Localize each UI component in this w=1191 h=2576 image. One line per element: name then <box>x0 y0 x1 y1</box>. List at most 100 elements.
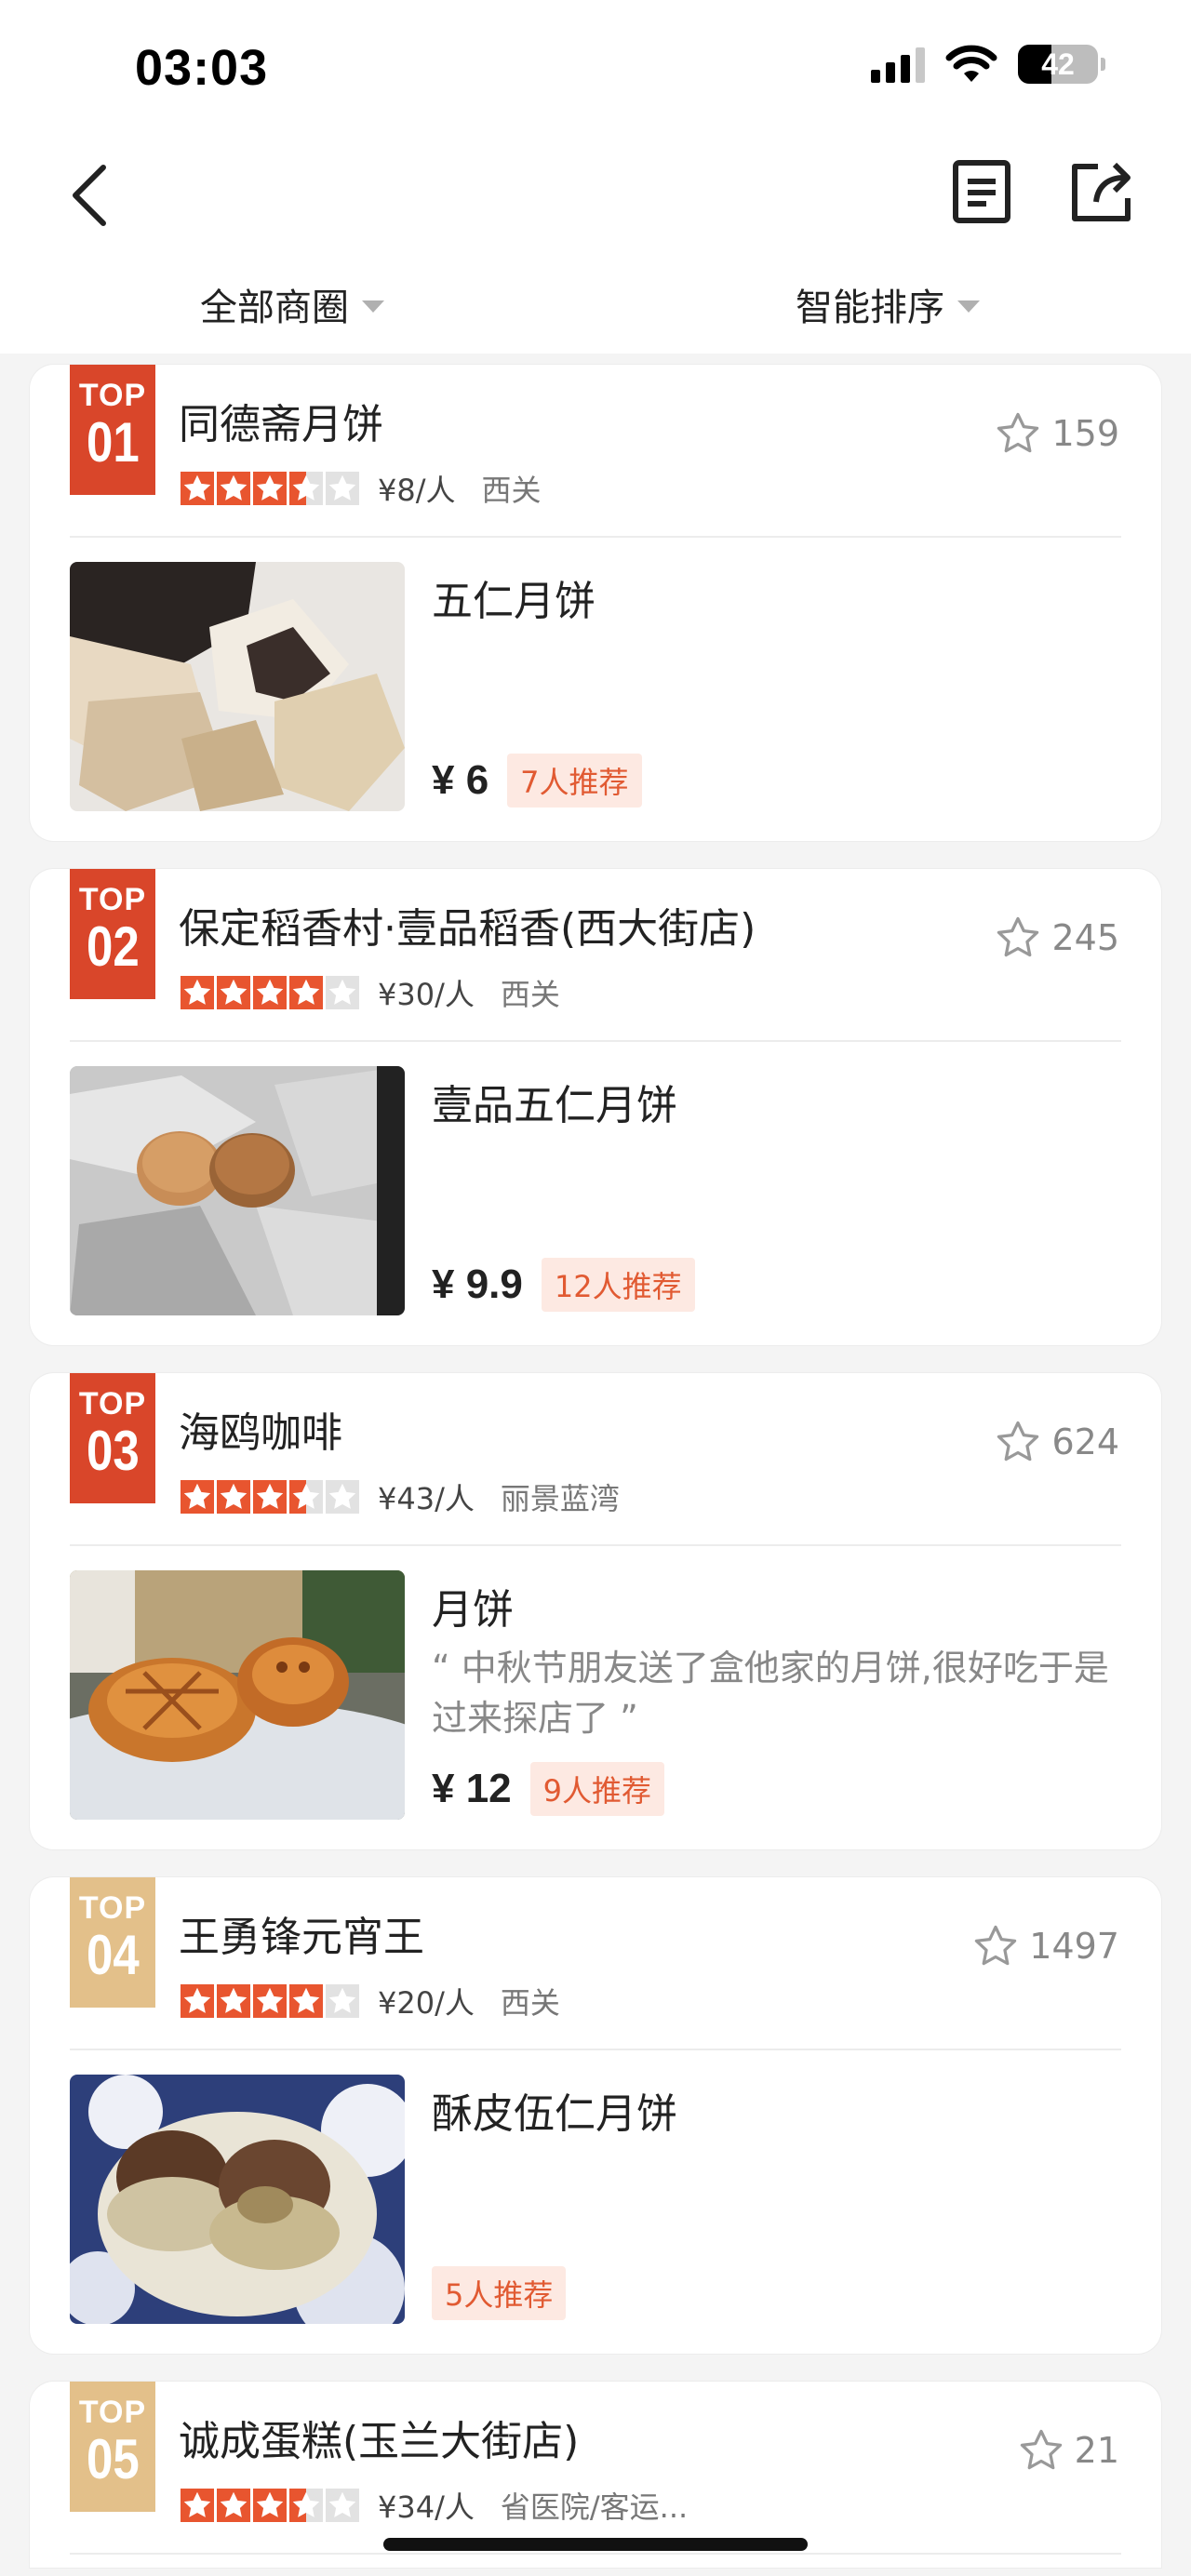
favorite-button[interactable]: 245 <box>994 914 1119 962</box>
status-bar: 03:03 42 <box>0 0 1191 140</box>
shop-card[interactable]: TOP 03 海鸥咖啡 ¥43/人 丽景蓝湾 624 月饼 “ 中秋节朋友送了盒… <box>30 1373 1161 1849</box>
list-button[interactable] <box>944 154 1019 229</box>
recommend-badge: 5人推荐 <box>432 2266 567 2320</box>
rating-star-icon <box>289 976 323 1009</box>
status-icons: 42 <box>871 45 1105 84</box>
home-indicator[interactable] <box>383 2538 808 2551</box>
chevron-left-icon <box>73 165 106 226</box>
rating-stars <box>181 976 359 1009</box>
shop-area: 丽景蓝湾 <box>500 1481 620 1516</box>
rating-star-icon <box>217 1984 250 2018</box>
dish-name[interactable]: 五仁月饼 <box>432 567 596 627</box>
recommend-badge: 12人推荐 <box>541 1258 695 1312</box>
recommend-badge: 9人推荐 <box>529 1762 665 1816</box>
rank-number: 02 <box>86 915 140 978</box>
favorite-button[interactable]: 1497 <box>971 1922 1119 1970</box>
nav-actions <box>944 154 1140 229</box>
star-outline-icon <box>1020 2429 1062 2470</box>
rating-star-icon <box>253 1984 287 2018</box>
rating-star-icon <box>326 976 359 1009</box>
recommend-badge: 7人推荐 <box>507 754 642 808</box>
rank-number: 03 <box>86 1420 140 1482</box>
rank-number: 05 <box>86 2428 140 2490</box>
sort-filter[interactable]: 智能排序 <box>796 277 980 331</box>
star-outline-icon <box>997 1421 1039 1462</box>
caret-down-icon <box>362 300 384 313</box>
back-button[interactable] <box>51 158 126 233</box>
dish-name[interactable]: 月饼 <box>432 1576 514 1635</box>
favorite-count: 245 <box>1051 917 1119 958</box>
battery-icon: 42 <box>1018 45 1105 84</box>
dish-name[interactable]: 壹品五仁月饼 <box>432 1072 677 1131</box>
rating-star-icon <box>181 976 214 1009</box>
rating-star-icon <box>253 1480 287 1514</box>
shop-name[interactable]: 王勇锋元宵王 <box>179 1903 424 1963</box>
shop-area: 西关 <box>481 473 542 508</box>
favorite-button[interactable]: 21 <box>1017 2426 1119 2475</box>
dish-photo[interactable] <box>70 2075 405 2324</box>
rating-stars <box>181 1984 359 2018</box>
divider <box>70 536 1121 538</box>
rating-star-icon <box>217 1480 250 1514</box>
rank-number: 04 <box>86 1924 140 1986</box>
rating-star-icon <box>217 2489 250 2522</box>
favorite-count: 624 <box>1051 1421 1119 1462</box>
favorite-count: 21 <box>1074 2430 1119 2471</box>
rating-star-icon <box>289 1984 323 2018</box>
rating-star-icon <box>253 472 287 505</box>
divider <box>70 1040 1121 1042</box>
rating-star-icon <box>289 472 323 505</box>
rating-star-icon <box>326 472 359 505</box>
shop-meta: ¥43/人 丽景蓝湾 <box>181 1475 620 1518</box>
dish-name[interactable]: 酥皮伍仁月饼 <box>432 2080 677 2140</box>
dish-price: ¥ 12 <box>432 1766 512 1811</box>
shop-meta: ¥34/人 省医院/客运... <box>181 2484 688 2527</box>
per-person-price: ¥30/人 <box>378 977 475 1012</box>
shop-card[interactable]: TOP 01 同德斋月饼 ¥8/人 西关 159 五仁月饼 ¥ 6 7人推荐 <box>30 365 1161 841</box>
shop-list: TOP 01 同德斋月饼 ¥8/人 西关 159 五仁月饼 ¥ 6 7人推荐 T… <box>30 365 1161 2576</box>
divider <box>70 2049 1121 2050</box>
share-button[interactable] <box>1065 154 1140 229</box>
dish-photo[interactable] <box>70 1066 405 1315</box>
wifi-icon <box>945 45 997 82</box>
favorite-count: 1497 <box>1029 1926 1119 1967</box>
dish-photo[interactable] <box>70 1570 405 1820</box>
shop-name[interactable]: 保定稻香村·壹品稻香(西大街店) <box>179 895 756 954</box>
shop-area: 西关 <box>500 977 560 1012</box>
rating-star-icon <box>326 1984 359 2018</box>
shop-name[interactable]: 同德斋月饼 <box>179 391 383 450</box>
status-time: 03:03 <box>135 40 269 96</box>
rank-number: 01 <box>86 411 140 474</box>
dish-price-row: ¥ 9.9 12人推荐 <box>432 1258 695 1312</box>
rating-star-icon <box>289 1480 323 1514</box>
rating-star-icon <box>326 2489 359 2522</box>
rating-star-icon <box>289 2489 323 2522</box>
shop-name[interactable]: 海鸥咖啡 <box>179 1399 342 1459</box>
dish-price-row: ¥ 6 7人推荐 <box>432 754 642 808</box>
shop-name[interactable]: 诚成蛋糕(玉兰大街店) <box>179 2408 579 2467</box>
battery-level: 42 <box>1041 47 1075 81</box>
rating-star-icon <box>181 2489 214 2522</box>
caret-down-icon <box>957 300 980 313</box>
cellular-signal-icon <box>871 46 925 83</box>
document-list-icon <box>953 160 1010 223</box>
shop-area: 省医院/客运... <box>500 2489 689 2525</box>
dish-price: ¥ 9.9 <box>432 1261 523 1307</box>
dish-review: “ 中秋节朋友送了盒他家的月饼,很好吃于是过来探店了 ” <box>432 1648 1109 1739</box>
shop-card[interactable]: TOP 02 保定稻香村·壹品稻香(西大街店) ¥30/人 西关 245 壹品五… <box>30 869 1161 1345</box>
area-filter-label: 全部商圈 <box>200 287 349 329</box>
rating-star-icon <box>217 976 250 1009</box>
shop-meta: ¥20/人 西关 <box>181 1980 560 2022</box>
filter-bar: 全部商圈 智能排序 <box>0 251 1191 354</box>
star-outline-icon <box>997 916 1039 957</box>
rating-stars <box>181 2489 359 2522</box>
favorite-button[interactable]: 624 <box>994 1418 1119 1466</box>
dish-photo[interactable] <box>70 562 405 811</box>
area-filter[interactable]: 全部商圈 <box>200 277 384 331</box>
rating-stars <box>181 472 359 505</box>
rank-badge: TOP 05 <box>70 2382 155 2512</box>
sort-filter-label: 智能排序 <box>796 287 944 329</box>
rating-star-icon <box>217 472 250 505</box>
shop-card[interactable]: TOP 04 王勇锋元宵王 ¥20/人 西关 1497 酥皮伍仁月饼 5人推荐 <box>30 1877 1161 2354</box>
favorite-button[interactable]: 159 <box>994 409 1119 458</box>
